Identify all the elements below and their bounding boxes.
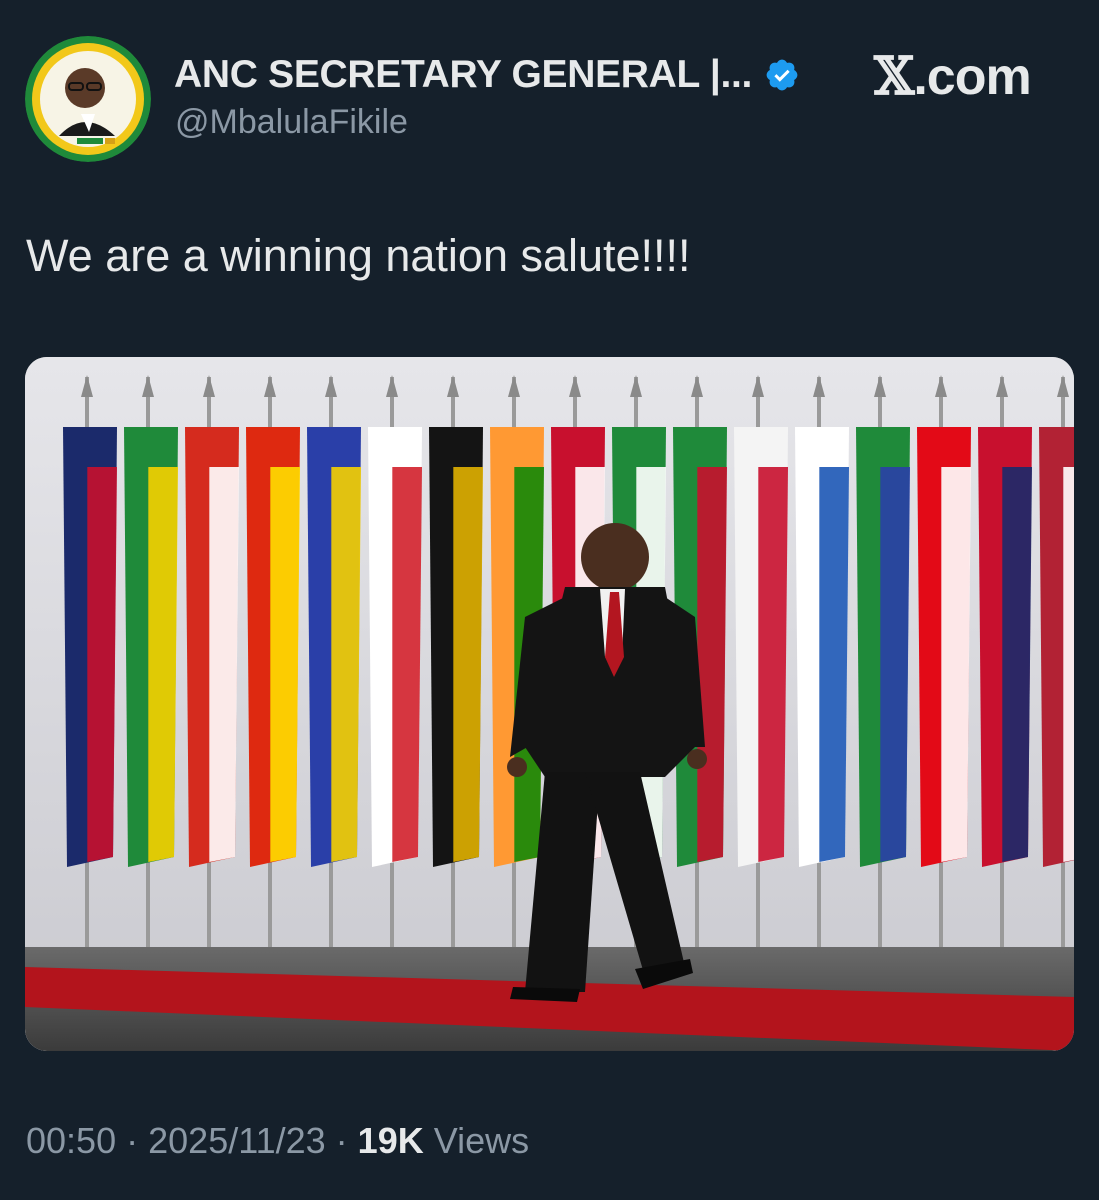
tweet-photo[interactable] — [25, 357, 1074, 1051]
views-label: Views — [433, 1120, 530, 1161]
flag-stripe — [880, 467, 910, 862]
x-logo-icon: 𝕏 — [874, 46, 914, 107]
author-display-name[interactable]: ANC SECRETARY GENERAL |... — [174, 53, 752, 97]
flag-stripe — [270, 467, 300, 862]
flag-stripe — [697, 467, 727, 862]
tweet-time[interactable]: 00:50 — [26, 1120, 116, 1161]
meta-separator: · — [126, 1120, 139, 1161]
flag-stripe — [1002, 467, 1032, 862]
verified-badge-icon — [766, 59, 798, 91]
meta-separator: · — [335, 1120, 348, 1161]
flag-stripe — [331, 467, 361, 862]
brand-suffix: .com — [913, 48, 1031, 106]
views-count: 19K — [357, 1120, 424, 1161]
tweet-page: ANC SECRETARY GENERAL |... @MbalulaFikil… — [0, 0, 1099, 1200]
flag-stripe — [941, 467, 971, 862]
flag-stripe — [453, 467, 483, 862]
profile-avatar[interactable] — [25, 36, 151, 162]
flag-stripe — [1063, 467, 1074, 862]
tweet-text: We are a winning nation salute!!!! — [26, 230, 691, 281]
tweet-date[interactable]: 2025/11/23 — [148, 1120, 326, 1161]
flag-stripe — [87, 467, 117, 862]
flag-stripe — [392, 467, 422, 862]
flag-stripe — [758, 467, 788, 862]
tweet-meta: 00:50 · 2025/11/23 · 19K Views — [26, 1120, 529, 1162]
author-name-row[interactable]: ANC SECRETARY GENERAL |... — [174, 50, 800, 100]
flag-stripe — [148, 467, 178, 862]
flag-stripe — [209, 467, 239, 862]
flag-stripe — [819, 467, 849, 862]
photo-flags-red-carpet — [25, 357, 1074, 1051]
avatar-image — [25, 36, 151, 162]
author-handle[interactable]: @MbalulaFikile — [175, 103, 408, 142]
x-com-watermark: 𝕏.com — [874, 46, 1032, 107]
